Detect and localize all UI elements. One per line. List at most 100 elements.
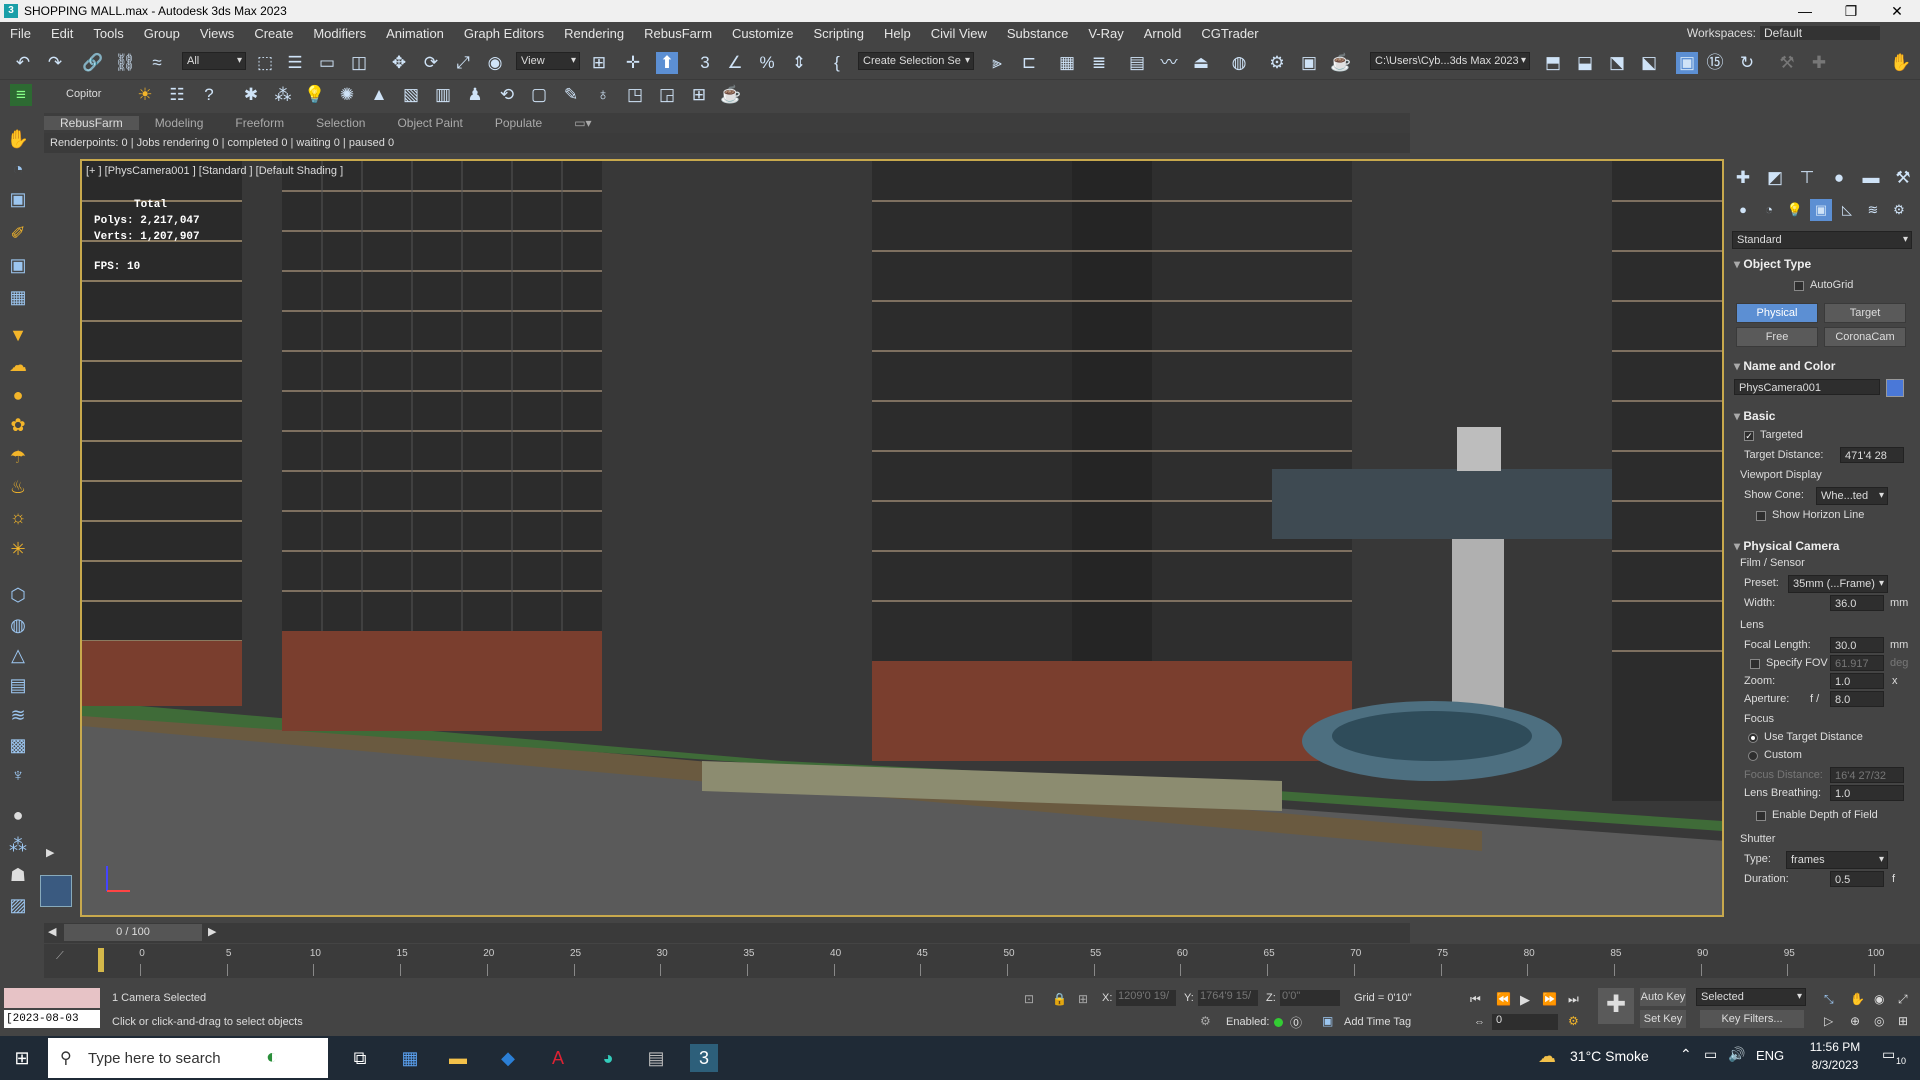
- fov-icon[interactable]: ⊞: [1898, 1014, 1908, 1028]
- menu-animation[interactable]: Animation: [376, 26, 454, 41]
- focus-distance-field[interactable]: 16'4 27/32: [1830, 767, 1904, 783]
- z-coordinate-field[interactable]: 0'0": [1280, 990, 1340, 1006]
- render-production-icon[interactable]: ☕: [1330, 52, 1352, 74]
- show-cone-dropdown[interactable]: Whe...ted: [1816, 487, 1888, 505]
- list-tool-icon[interactable]: ☷: [166, 84, 188, 106]
- focal-length-field[interactable]: 30.0: [1830, 637, 1884, 653]
- marker-icon[interactable]: ♟: [464, 84, 486, 106]
- set-key-big-button[interactable]: ✚: [1598, 988, 1634, 1024]
- clock-date[interactable]: 8/3/2023: [1800, 1058, 1870, 1072]
- object-name-field[interactable]: PhysCamera001: [1734, 379, 1880, 395]
- use-target-distance-radio[interactable]: [1748, 733, 1758, 743]
- keyboard-shortcut-override-icon[interactable]: ⬆: [656, 52, 678, 74]
- render-icon[interactable]: ▨: [6, 893, 30, 917]
- motion-tab-icon[interactable]: ●: [1828, 167, 1850, 189]
- expand-arrow-icon[interactable]: ▶: [46, 846, 54, 859]
- project-folder-dropdown[interactable]: C:\Users\Cyb...3ds Max 2023: [1370, 52, 1530, 70]
- camera-icon[interactable]: ▣: [6, 253, 30, 277]
- specify-fov-checkbox[interactable]: [1750, 659, 1760, 669]
- sun-tool-icon[interactable]: ☀: [134, 84, 156, 106]
- wave-icon[interactable]: ≋: [6, 703, 30, 727]
- menu-rendering[interactable]: Rendering: [554, 26, 634, 41]
- tab-selection[interactable]: Selection: [300, 116, 381, 130]
- tool-disabled-2-icon[interactable]: ✚: [1808, 52, 1830, 74]
- target-distance-field[interactable]: 471'4 28: [1840, 447, 1904, 463]
- rect-selection-icon[interactable]: ▭: [316, 52, 338, 74]
- zoom-field[interactable]: 1.0: [1830, 673, 1884, 689]
- physical-camera-rollout[interactable]: Physical Camera: [1726, 539, 1920, 553]
- grid-tool-icon[interactable]: ⊞: [688, 84, 710, 106]
- language-indicator[interactable]: ENG: [1756, 1048, 1784, 1063]
- script-input[interactable]: [2023-08-03: [4, 1010, 100, 1028]
- enabled-indicator[interactable]: [1274, 1018, 1283, 1027]
- object-color-swatch[interactable]: [1886, 379, 1904, 397]
- menu-graph-editors[interactable]: Graph Editors: [454, 26, 554, 41]
- tab-modeling[interactable]: Modeling: [139, 116, 220, 130]
- isolate-selection-icon[interactable]: ⊡: [1024, 992, 1034, 1006]
- select-by-name-icon[interactable]: ☰: [284, 52, 306, 74]
- 3dsmax-taskbar-icon[interactable]: 3: [690, 1044, 718, 1072]
- systems-icon[interactable]: ⚙: [1888, 199, 1910, 221]
- bring-folder-icon[interactable]: ⬓: [1574, 52, 1596, 74]
- modify-tab-icon[interactable]: ◩: [1764, 167, 1786, 189]
- dof-checkbox[interactable]: [1756, 811, 1766, 821]
- key-filters-button[interactable]: Key Filters...: [1700, 1010, 1804, 1028]
- minimize-button[interactable]: —: [1782, 3, 1828, 20]
- pivot-center-icon[interactable]: ⊞: [588, 52, 610, 74]
- cube-icon[interactable]: ⬡: [6, 583, 30, 607]
- flame-icon[interactable]: ♆: [6, 763, 30, 787]
- workspace-selector[interactable]: Workspaces: Default: [1687, 26, 1920, 40]
- zoom-extents-icon[interactable]: ⤡: [1824, 992, 1834, 1007]
- selection-lock-icon[interactable]: 🔒: [1052, 992, 1067, 1006]
- menu-scripting[interactable]: Scripting: [803, 26, 874, 41]
- menu-arnold[interactable]: Arnold: [1134, 26, 1192, 41]
- bind-space-warp-icon[interactable]: ≈: [146, 52, 168, 74]
- particles-icon[interactable]: ⁂: [272, 84, 294, 106]
- brush-icon[interactable]: ✐: [6, 221, 30, 245]
- sync-icon[interactable]: ↻: [1736, 52, 1758, 74]
- close-button[interactable]: ✕: [1874, 3, 1920, 20]
- redo-icon[interactable]: ↷: [44, 52, 66, 74]
- dolly-icon[interactable]: ▷: [1824, 1014, 1833, 1028]
- snaps-toggle-icon[interactable]: 3: [694, 52, 716, 74]
- display-icon[interactable]: ▢: [528, 84, 550, 106]
- add-time-tag[interactable]: Add Time Tag: [1344, 1016, 1411, 1028]
- autogrid-checkbox[interactable]: [1794, 281, 1804, 291]
- next-frame-icon[interactable]: ⏩: [1542, 992, 1557, 1006]
- calculator-icon[interactable]: ▦: [396, 1044, 424, 1072]
- rotate-icon[interactable]: ⟳: [420, 52, 442, 74]
- undo-icon[interactable]: ↶: [12, 52, 34, 74]
- helpers-icon[interactable]: ◺: [1836, 199, 1858, 221]
- menu-create[interactable]: Create: [244, 26, 303, 41]
- workspace-value[interactable]: Default: [1760, 26, 1880, 40]
- cameras-icon[interactable]: ▣: [1810, 199, 1832, 221]
- time-next-icon[interactable]: ▶: [208, 925, 216, 938]
- tab-populate[interactable]: Populate: [479, 116, 558, 130]
- mirror-icon[interactable]: ⫸: [986, 52, 1008, 74]
- menu-civil-view[interactable]: Civil View: [921, 26, 997, 41]
- menu-vray[interactable]: V-Ray: [1078, 26, 1133, 41]
- menu-views[interactable]: Views: [190, 26, 244, 41]
- orbit-icon[interactable]: ◔: [6, 157, 30, 181]
- shapes-icon[interactable]: ◔: [1758, 199, 1780, 221]
- truck-icon[interactable]: ⊕: [1850, 1014, 1860, 1028]
- edge-icon[interactable]: ◕: [594, 1044, 622, 1072]
- help-icon[interactable]: ?: [198, 84, 220, 106]
- material-editor-icon[interactable]: ◍: [1228, 52, 1250, 74]
- layers-icon[interactable]: ≡: [10, 84, 32, 106]
- track-bar[interactable]: ⟋ 0 5 10 15 20 25 30 35 40 45 50 55 60 65 70 75 80 85 90 95…: [44, 944, 1920, 978]
- open-explorer-icon[interactable]: ⬒: [1542, 52, 1564, 74]
- refresh-tool-icon[interactable]: ⟲: [496, 84, 518, 106]
- ribbon-options-icon[interactable]: ▭▾: [558, 116, 607, 130]
- show-horizon-checkbox[interactable]: [1756, 511, 1766, 521]
- notification-icon[interactable]: ▭: [1882, 1046, 1895, 1063]
- gear-icon[interactable]: ✿: [6, 413, 30, 437]
- render-setup-icon[interactable]: ⚙: [1266, 52, 1288, 74]
- sun-left-icon[interactable]: ☼: [6, 505, 30, 529]
- current-frame-field[interactable]: 0: [1492, 1014, 1558, 1030]
- paint-icon[interactable]: ✎: [560, 84, 582, 106]
- speaker-icon[interactable]: 🔊: [1728, 1046, 1745, 1063]
- frame-icon[interactable]: ◳: [624, 84, 646, 106]
- pan-view-icon[interactable]: ✋: [1850, 992, 1865, 1006]
- ghost-icon[interactable]: ☗: [6, 863, 30, 887]
